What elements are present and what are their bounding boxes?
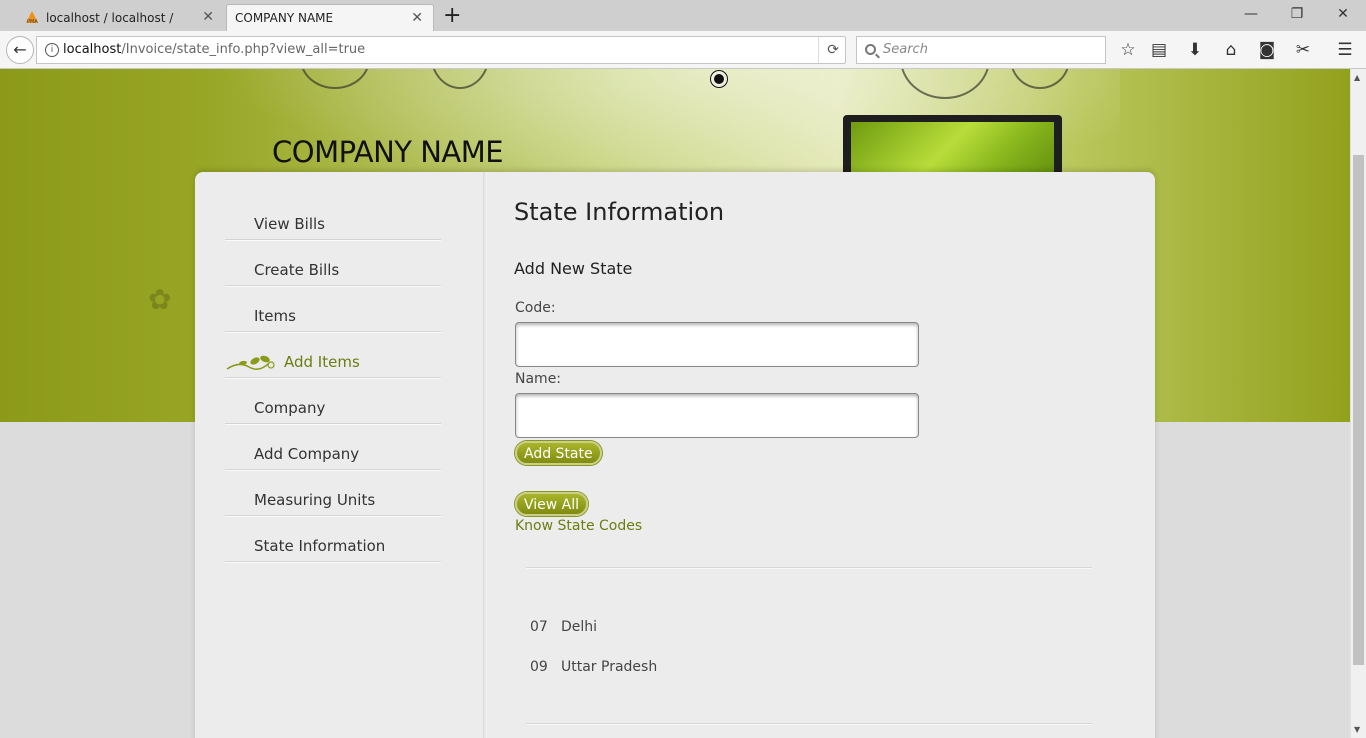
screenshot-icon[interactable]: ✂ bbox=[1292, 39, 1314, 61]
state-name: Delhi bbox=[561, 619, 598, 635]
main-content: State Information Add New State Code: Na… bbox=[514, 172, 1134, 738]
company-name: COMPANY NAME bbox=[272, 135, 504, 169]
search-icon bbox=[865, 44, 876, 55]
browser-navbar: ← i localhost/Invoice/state_info.php?vie… bbox=[0, 31, 1366, 69]
back-arrow-icon[interactable]: ← bbox=[6, 36, 34, 64]
sidebar-item-view-bills[interactable]: View Bills bbox=[225, 194, 441, 240]
pocket-icon[interactable]: ◙ bbox=[1256, 39, 1278, 61]
browser-tab-company[interactable]: COMPANY NAME ✕ bbox=[226, 4, 434, 31]
add-state-button[interactable]: Add State bbox=[515, 441, 602, 465]
download-icon[interactable]: ⬇ bbox=[1184, 39, 1206, 61]
swirl-ornament bbox=[300, 69, 370, 89]
tab-label: COMPANY NAME bbox=[235, 11, 334, 25]
page-title: State Information bbox=[514, 198, 725, 226]
dot-ornament bbox=[711, 71, 727, 87]
state-row: 09 Uttar Pradesh bbox=[530, 659, 657, 675]
content-panel: View Bills Create Bills Items Add Items bbox=[195, 172, 1155, 738]
scroll-thumb[interactable] bbox=[1353, 155, 1364, 665]
sidebar-item-state-information[interactable]: State Information bbox=[225, 516, 441, 562]
flower-icon: ✿ bbox=[148, 283, 172, 316]
tab-label: localhost / localhost / invoic bbox=[46, 10, 174, 25]
close-tab-icon[interactable]: ✕ bbox=[202, 9, 214, 25]
svg-text:PMA: PMA bbox=[27, 19, 38, 25]
sidebar-item-label: Company bbox=[254, 399, 326, 417]
name-field[interactable] bbox=[515, 393, 919, 438]
bookmark-star-icon[interactable]: ☆ bbox=[1117, 39, 1139, 61]
minimize-window-icon[interactable]: — bbox=[1228, 2, 1274, 26]
reader-list-icon[interactable]: ▤ bbox=[1148, 39, 1170, 61]
sidebar-item-label: View Bills bbox=[254, 215, 325, 233]
home-icon[interactable]: ⌂ bbox=[1220, 39, 1242, 61]
swirl-ornament bbox=[900, 69, 990, 99]
sidebar-item-label: State Information bbox=[254, 537, 386, 555]
address-bar[interactable]: i localhost/Invoice/state_info.php?view_… bbox=[36, 36, 846, 64]
close-window-icon[interactable]: ✕ bbox=[1320, 2, 1366, 26]
scroll-down-arrow-icon[interactable]: ▼ bbox=[1354, 725, 1360, 734]
new-tab-button[interactable]: + bbox=[443, 4, 461, 28]
restore-window-icon[interactable]: ❐ bbox=[1274, 2, 1320, 26]
sidebar-item-create-bills[interactable]: Create Bills bbox=[225, 240, 441, 286]
sidebar-item-add-company[interactable]: Add Company bbox=[225, 424, 441, 470]
state-row: 07 Delhi bbox=[530, 619, 597, 635]
browser-tab-phpmyadmin[interactable]: PMA localhost / localhost / invoic ✕ bbox=[0, 4, 224, 31]
divider-line bbox=[526, 567, 1092, 568]
section-title: Add New State bbox=[514, 259, 633, 278]
divider-line bbox=[526, 723, 1092, 724]
name-label: Name: bbox=[515, 371, 562, 387]
sidebar-item-add-items[interactable]: Add Items bbox=[225, 332, 441, 378]
vertical-scrollbar[interactable]: ▲ ▼ bbox=[1350, 69, 1366, 738]
url-host: localhost bbox=[63, 42, 122, 57]
sidebar: View Bills Create Bills Items Add Items bbox=[195, 172, 483, 738]
url-path: /Invoice/state_info.php?view_all=true bbox=[121, 42, 366, 57]
state-code: 07 bbox=[530, 619, 548, 635]
sidebar-item-measuring-units[interactable]: Measuring Units bbox=[225, 470, 441, 516]
state-code: 09 bbox=[530, 659, 548, 675]
menu-icon[interactable]: ☰ bbox=[1334, 39, 1356, 61]
phpmyadmin-favicon-icon: PMA bbox=[26, 11, 38, 25]
sidebar-item-label: Create Bills bbox=[254, 261, 340, 279]
info-icon[interactable]: i bbox=[45, 43, 59, 57]
scroll-up-arrow-icon[interactable]: ▲ bbox=[1354, 73, 1360, 82]
browser-tabbar: PMA localhost / localhost / invoic ✕ COM… bbox=[0, 0, 1366, 31]
sidebar-divider bbox=[483, 172, 487, 738]
sidebar-item-items[interactable]: Items bbox=[225, 286, 441, 332]
sidebar-item-label: Add Items bbox=[284, 353, 360, 371]
reload-icon[interactable]: ⟳ bbox=[818, 37, 839, 63]
sidebar-item-company[interactable]: Company bbox=[225, 378, 441, 424]
sidebar-item-label: Measuring Units bbox=[254, 491, 376, 509]
close-tab-icon[interactable]: ✕ bbox=[411, 10, 423, 26]
swirl-ornament bbox=[1010, 69, 1070, 89]
code-label: Code: bbox=[515, 300, 556, 316]
sidebar-item-label: Items bbox=[254, 307, 296, 325]
code-field[interactable] bbox=[515, 322, 919, 367]
view-all-button[interactable]: View All bbox=[515, 492, 589, 516]
search-input[interactable]: Search bbox=[856, 36, 1106, 64]
state-name: Uttar Pradesh bbox=[561, 659, 658, 675]
swirl-ornament bbox=[430, 69, 490, 89]
sidebar-item-label: Add Company bbox=[254, 445, 360, 463]
search-placeholder: Search bbox=[883, 42, 928, 57]
page-viewport: ✿ COMPANY NAME View Bills Create Bills I… bbox=[0, 69, 1350, 738]
leaf-vine-icon bbox=[226, 355, 275, 370]
know-state-codes-link[interactable]: Know State Codes bbox=[515, 518, 642, 534]
